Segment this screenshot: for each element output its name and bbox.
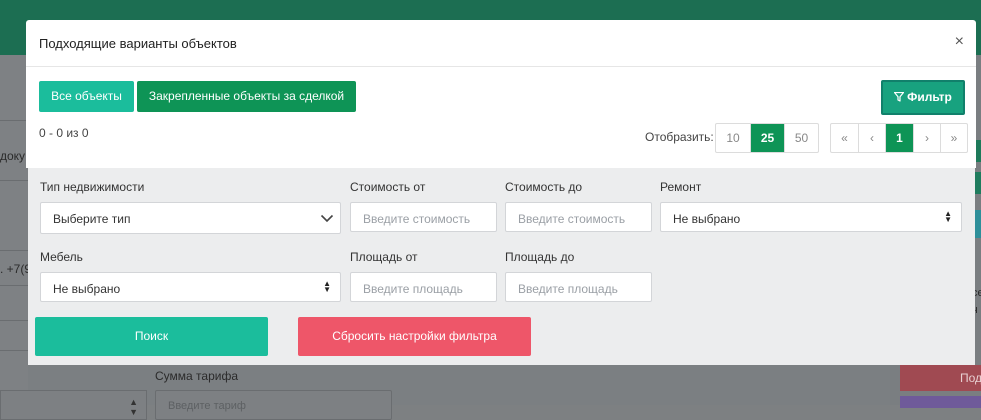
area-to-label: Площадь до [505,250,575,264]
price-from-input[interactable]: Введите стоимость [350,202,497,232]
filter-panel: Тип недвижимости Выберите тип Стоимость … [28,168,975,365]
furniture-select[interactable]: Не выбрано ▲ ▼ [40,272,341,302]
updown-caret-icon: ▲ ▼ [944,209,952,224]
search-button[interactable]: Поиск [35,317,268,356]
area-from-placeholder: Введите площадь [363,282,463,296]
page-1-button[interactable]: 1 [885,124,913,152]
filter-button[interactable]: Фильтр [881,80,965,115]
pagination: « ‹ 1 › » [830,123,968,153]
per-page-option-10[interactable]: 10 [716,124,750,152]
price-to-placeholder: Введите стоимость [518,212,626,226]
price-to-input[interactable]: Введите стоимость [505,202,652,232]
updown-caret-icon: ▲ ▼ [323,279,331,294]
filter-button-label: Фильтр [907,90,952,104]
background-divider [0,285,28,286]
prev-page-button[interactable]: ‹ [858,124,885,152]
background-divider [0,350,28,351]
objects-modal: Подходящие варианты объектов × Все объек… [26,20,976,168]
area-to-input[interactable]: Введите площадь [505,272,652,302]
next-page-button[interactable]: › [913,124,940,152]
filter-icon [894,92,905,102]
last-page-button[interactable]: » [940,124,967,152]
repair-value: Не выбрано [673,212,741,226]
property-type-value: Выберите тип [53,212,131,226]
per-page-option-50[interactable]: 50 [784,124,818,152]
background-purple-button [900,396,981,408]
background-divider [0,120,28,121]
updown-caret-icon: ▲ ▼ [129,397,138,417]
furniture-label: Мебель [40,250,83,264]
first-page-button[interactable]: « [831,124,858,152]
background-select: ▲ ▼ [0,390,147,420]
modal-header: Подходящие варианты объектов × [26,20,976,67]
background-tariff-input: Введите тариф [155,390,392,420]
background-phone-cell: . +7(9 [0,262,32,276]
background-divider [0,320,28,321]
price-from-label: Стоимость от [350,180,426,194]
reset-filter-button[interactable]: Сбросить настройки фильтра [298,317,531,356]
repair-label: Ремонт [660,180,702,194]
chevron-down-icon [320,214,334,223]
area-to-placeholder: Введите площадь [518,282,618,296]
background-tariff-label: Сумма тарифа [155,369,238,383]
price-to-label: Стоимость до [505,180,583,194]
all-objects-button[interactable]: Все объекты [39,81,134,112]
area-from-label: Площадь от [350,250,418,264]
property-type-select[interactable]: Выберите тип [40,202,341,234]
furniture-value: Не выбрано [53,282,121,296]
property-type-label: Тип недвижимости [40,180,145,194]
background-left-column [0,55,28,405]
background-submit-button: Под [900,365,981,391]
per-page-selector: 10 25 50 [715,123,819,153]
price-from-placeholder: Введите стоимость [363,212,471,226]
per-page-option-25[interactable]: 25 [750,124,784,152]
repair-select[interactable]: Не выбрано ▲ ▼ [660,202,962,232]
background-divider [0,250,28,251]
area-from-input[interactable]: Введите площадь [350,272,497,302]
close-icon[interactable]: × [955,34,964,50]
results-count: 0 - 0 из 0 [39,126,89,140]
background-column-header: доку [0,149,26,163]
modal-title: Подходящие варианты объектов [39,36,237,51]
per-page-label: Отобразить: [645,130,714,144]
fixed-objects-button[interactable]: Закрепленные объекты за сделкой [137,81,356,112]
background-divider [0,180,28,181]
